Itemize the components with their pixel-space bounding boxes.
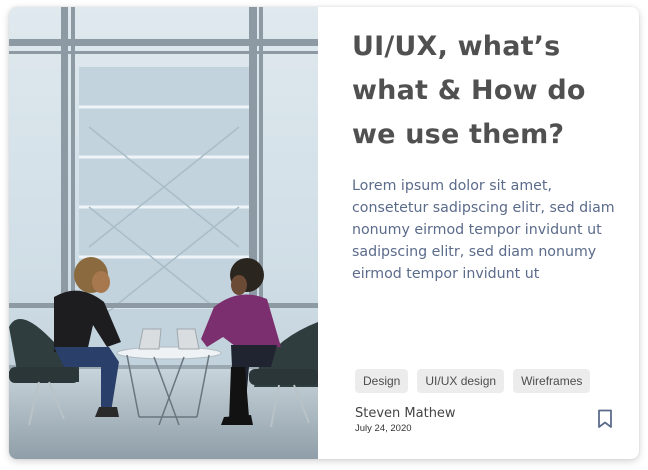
tag-design[interactable]: Design <box>355 369 409 393</box>
article-description: Lorem ipsum dolor sit amet, consetetur s… <box>352 178 615 282</box>
tag-list: Design UI/UX design Wireframes <box>355 369 591 393</box>
tag-wireframes[interactable]: Wireframes <box>513 369 591 393</box>
article-title[interactable]: UI/UX, what’s what & How do we use them? <box>352 25 617 157</box>
article-photo <box>9 7 318 459</box>
article-card[interactable]: UI/UX, what’s what & How do we use them?… <box>9 7 639 459</box>
bookmark-icon[interactable] <box>596 409 614 429</box>
author-name: Steven Mathew <box>355 406 456 421</box>
article-content: UI/UX, what’s what & How do we use them?… <box>352 7 622 459</box>
tag-ui-ux-design[interactable]: UI/UX design <box>417 369 505 393</box>
publish-date: July 24, 2020 <box>355 423 412 434</box>
